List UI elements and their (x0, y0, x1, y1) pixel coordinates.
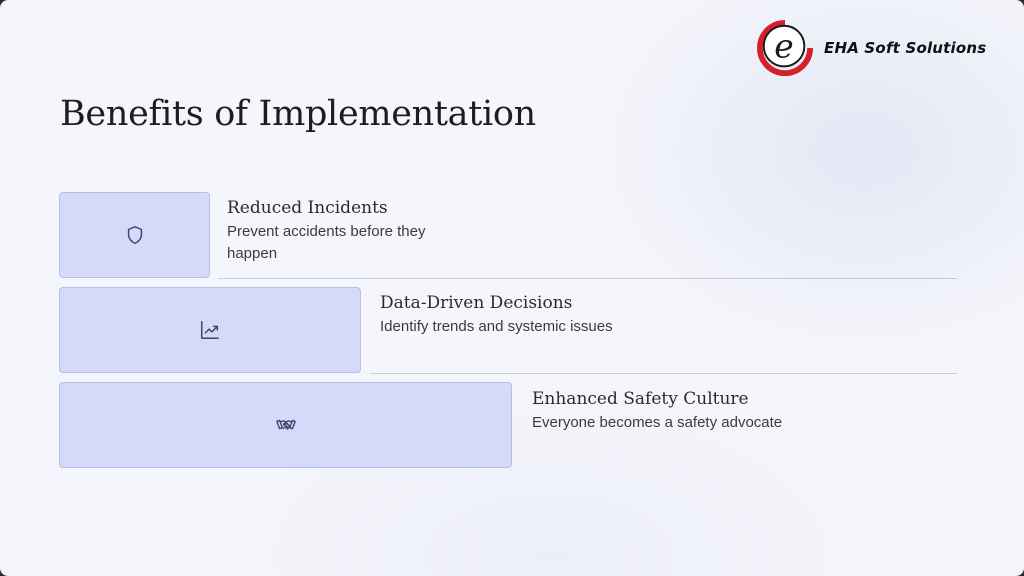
benefit-card-enhanced-safety-culture (59, 382, 512, 468)
brand-name: EHA Soft Solutions (824, 39, 987, 57)
e-letter-logo-icon: e (757, 19, 814, 76)
benefit-description: Identify trends and systemic issues (380, 318, 613, 335)
benefit-description: Everyone becomes a safety advocate (532, 414, 783, 431)
trend-chart-icon (201, 321, 219, 339)
benefit-card-data-driven-decisions (59, 287, 361, 373)
benefit-description: Prevent accidents before they happen (227, 223, 426, 262)
brand-logo: e EHA Soft Solutions (756, 18, 986, 78)
benefit-title: Enhanced Safety Culture (532, 389, 749, 409)
page-title: Benefits of Implementation (60, 94, 536, 134)
svg-text:e: e (774, 27, 793, 66)
divider (370, 373, 957, 374)
benefit-card-reduced-incidents (59, 192, 210, 278)
handshake-icon (275, 419, 296, 430)
shield-icon (127, 226, 142, 244)
divider (218, 278, 957, 279)
benefit-title: Reduced Incidents (227, 198, 388, 218)
slide: e EHA Soft Solutions Benefits of Impleme… (0, 0, 1024, 576)
benefit-title: Data-Driven Decisions (380, 293, 573, 313)
